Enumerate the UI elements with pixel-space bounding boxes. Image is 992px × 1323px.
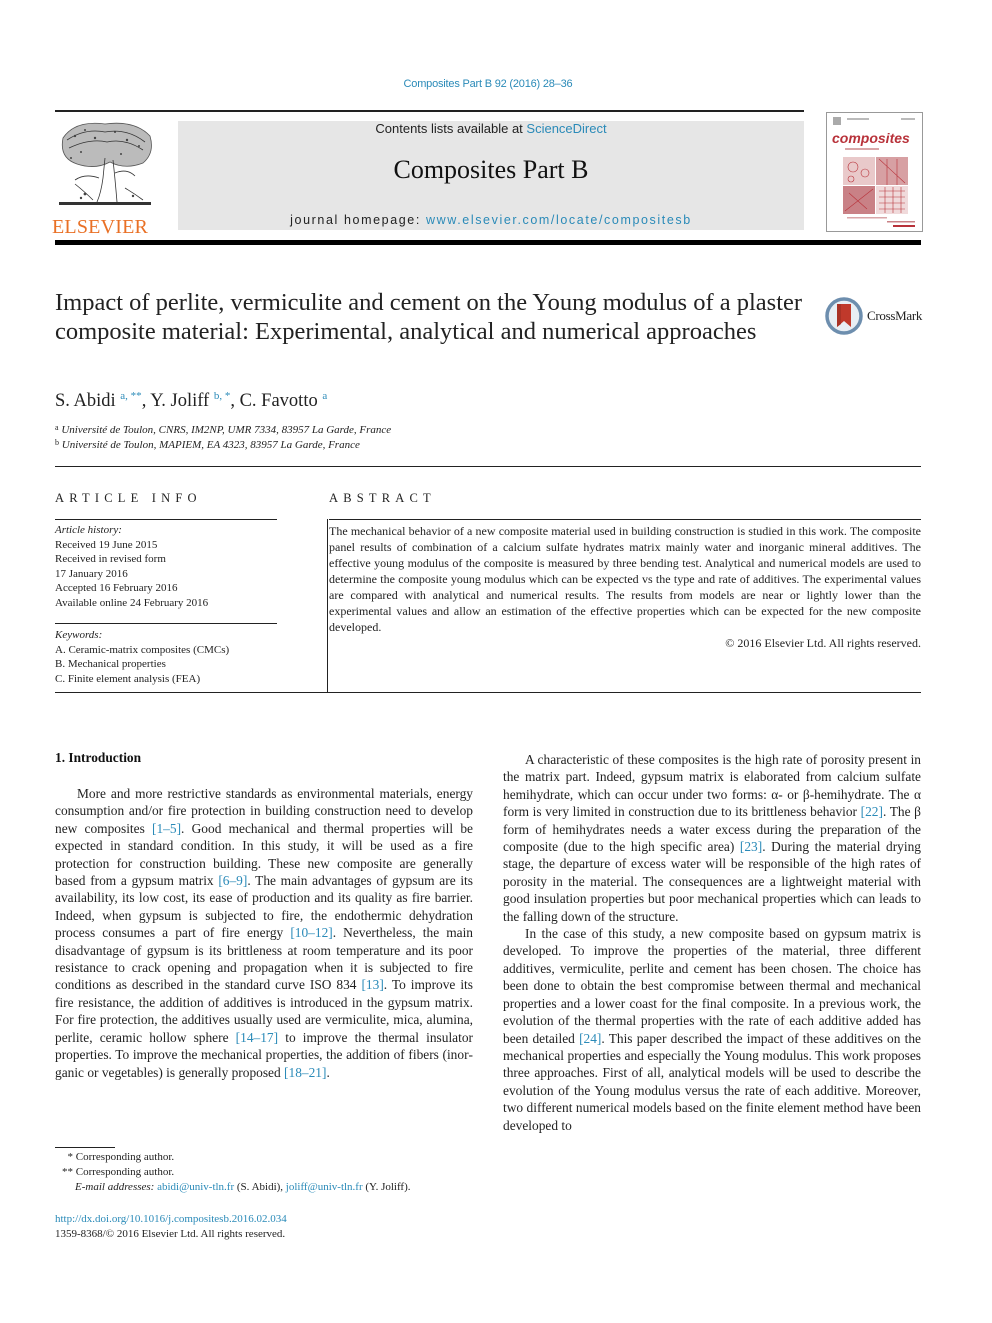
author-separator: , xyxy=(141,391,151,411)
affiliation: a Université de Toulon, CNRS, IM2NP, UMR… xyxy=(55,423,391,436)
paragraph: A characteristic of these composites is … xyxy=(503,751,921,925)
email-link[interactable]: joliff@univ-tln.fr xyxy=(286,1181,363,1193)
crossmark-icon xyxy=(825,297,863,335)
footnote: * Corresponding author. xyxy=(55,1150,411,1165)
keyword-item: A. Ceramic-matrix composites (CMCs) xyxy=(55,643,230,656)
crossmark-button[interactable]: CrossMark xyxy=(825,296,925,336)
abstract-heading: ABSTRACT xyxy=(329,491,436,505)
abstract-text: The mechanical behavior of a new composi… xyxy=(329,524,921,634)
keywords: Keywords: A. Ceramic-matrix composites (… xyxy=(55,628,229,686)
homepage-prefix: journal homepage: xyxy=(290,213,426,227)
paragraph: More and more restrictive standards as e… xyxy=(55,785,473,1081)
journal-homepage-line: journal homepage: www.elsevier.com/locat… xyxy=(178,213,804,227)
author-name[interactable]: Y. Joliff xyxy=(150,391,209,411)
divider xyxy=(55,519,277,520)
email-label: E-mail addresses: xyxy=(75,1181,155,1193)
abstract-copyright: © 2016 Elsevier Ltd. All rights reserved… xyxy=(725,636,921,650)
citation-link[interactable]: [6–9] xyxy=(218,873,247,888)
author-marks[interactable]: a xyxy=(322,390,327,402)
author-name[interactable]: S. Abidi xyxy=(55,391,116,411)
footnote-rule xyxy=(55,1147,115,1148)
citation-link[interactable]: [18–21] xyxy=(284,1065,326,1080)
column-separator xyxy=(327,519,328,692)
journal-cover-thumbnail[interactable]: composites xyxy=(826,112,923,232)
history-item: Accepted 16 February 2016 xyxy=(55,582,178,595)
paper-title: Impact of perlite, vermiculite and cemen… xyxy=(55,289,803,345)
citation-link[interactable]: [23] xyxy=(740,839,762,854)
affiliation-mark: b xyxy=(55,438,59,447)
email-addresses: E-mail addresses: abidi@univ-tln.fr (S. … xyxy=(55,1180,411,1195)
citation-link[interactable]: [14–17] xyxy=(236,1030,278,1045)
divider xyxy=(55,623,277,624)
email-owner: (Y. Joliff). xyxy=(362,1181,411,1193)
cover-title: composites xyxy=(832,130,910,146)
history-item: 17 January 2016 xyxy=(55,567,128,580)
journal-cover-art-icon: composites xyxy=(832,117,915,227)
paragraph-text: A characteristic of these composites is … xyxy=(503,752,921,820)
footnotes: * Corresponding author. ** Corresponding… xyxy=(55,1150,411,1195)
affiliation-text: Université de Toulon, MAPIEM, EA 4323, 8… xyxy=(61,439,360,451)
citation-link[interactable]: [24] xyxy=(579,1031,601,1046)
contents-line: Contents lists available at ScienceDirec… xyxy=(178,121,804,136)
author-name[interactable]: C. Favotto xyxy=(240,391,318,411)
journal-banner: Contents lists available at ScienceDirec… xyxy=(178,121,804,230)
affiliation-mark: a xyxy=(55,423,59,432)
elsevier-tree-icon xyxy=(59,122,152,205)
body-column-left: More and more restrictive standards as e… xyxy=(55,785,473,1081)
keyword-item: B. Mechanical properties xyxy=(55,658,166,671)
email-link[interactable]: abidi@univ-tln.fr xyxy=(157,1181,234,1193)
abstract-body: The mechanical behavior of a new composi… xyxy=(329,523,921,651)
issn-copyright: 1359-8368/© 2016 Elsevier Ltd. All right… xyxy=(55,1228,286,1240)
contents-prefix: Contents lists available at xyxy=(375,121,527,136)
doi-block: http://dx.doi.org/10.1016/j.compositesb.… xyxy=(55,1212,287,1242)
history-item: Available online 24 February 2016 xyxy=(55,596,209,609)
author-list: S. Abidi a, **, Y. Joliff b, *, C. Favot… xyxy=(55,390,327,412)
paragraph-text: In the case of this study, a new composi… xyxy=(503,926,921,1046)
history-item: Received 19 June 2015 xyxy=(55,538,158,551)
divider xyxy=(55,692,921,693)
article-history-label: Article history: xyxy=(55,524,122,536)
footnote-mark: ** xyxy=(62,1166,73,1178)
author-separator: , xyxy=(230,391,240,411)
author-marks[interactable]: a, ** xyxy=(120,390,141,402)
doi-link[interactable]: http://dx.doi.org/10.1016/j.compositesb.… xyxy=(55,1212,287,1227)
section-heading: 1. Introduction xyxy=(55,750,142,765)
history-item: Received in revised form xyxy=(55,553,166,566)
keywords-label: Keywords: xyxy=(55,629,103,641)
article-info-heading: ARTICLE INFO xyxy=(55,491,202,505)
paragraph-text: . xyxy=(326,1064,330,1080)
citation-link[interactable]: [13] xyxy=(361,977,383,992)
author-marks[interactable]: b, * xyxy=(214,390,231,402)
crossmark-label: CrossMark xyxy=(867,308,923,323)
journal-title: Composites Part B xyxy=(393,155,589,184)
email-owner: (S. Abidi), xyxy=(234,1181,286,1193)
article-history: Article history: Received 19 June 2015 R… xyxy=(55,523,208,611)
affiliation: b Université de Toulon, MAPIEM, EA 4323,… xyxy=(55,438,360,451)
footnote-text: Corresponding author. xyxy=(75,1166,175,1178)
affiliation-text: Université de Toulon, CNRS, IM2NP, UMR 7… xyxy=(61,424,392,436)
body-column-right: A characteristic of these composites is … xyxy=(503,751,921,1134)
elsevier-wordmark: ELSEVIER xyxy=(52,216,149,238)
elsevier-logo[interactable]: ELSEVIER xyxy=(52,118,158,238)
citation-link[interactable]: [22] xyxy=(861,804,883,819)
citation-link[interactable]: [10–12] xyxy=(290,925,332,940)
divider xyxy=(55,466,921,467)
sciencedirect-link[interactable]: ScienceDirect xyxy=(526,121,606,136)
divider xyxy=(329,519,921,520)
footnote: ** Corresponding author. xyxy=(55,1165,411,1180)
journal-homepage-link[interactable]: www.elsevier.com/locate/compositesb xyxy=(426,213,692,227)
top-rule xyxy=(55,110,804,112)
journal-citation[interactable]: Composites Part B 92 (2016) 28–36 xyxy=(0,78,976,90)
footnote-mark: * xyxy=(67,1151,74,1163)
citation-link[interactable]: [1–5] xyxy=(152,821,181,836)
keyword-item: C. Finite element analysis (FEA) xyxy=(55,672,201,685)
header-thick-rule xyxy=(55,240,921,245)
paragraph: In the case of this study, a new composi… xyxy=(503,925,921,1134)
footnote-text: Corresponding author. xyxy=(75,1151,175,1163)
